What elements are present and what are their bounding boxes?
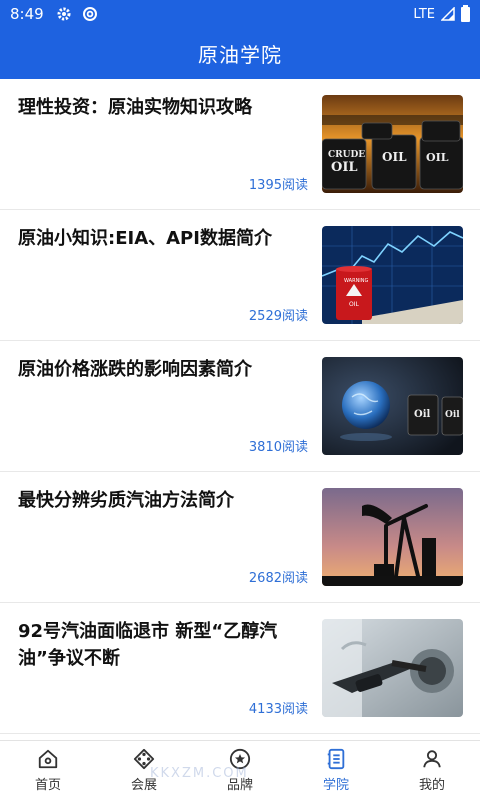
- svg-text:CRUDE: CRUDE: [328, 150, 365, 160]
- svg-text:OIL: OIL: [382, 150, 407, 164]
- status-time: 8:49: [10, 5, 44, 23]
- article-thumbnail: WARNING OIL: [322, 226, 463, 324]
- network-type: LTE: [413, 6, 435, 22]
- tab-label: 首页: [34, 778, 61, 793]
- tab-academy[interactable]: 学院: [288, 741, 384, 800]
- home-icon: [38, 749, 58, 769]
- exhibition-icon: [133, 748, 155, 770]
- title-bar: 原油学院: [0, 28, 480, 79]
- read-count: 2529阅读: [248, 309, 308, 324]
- svg-text:OIL: OIL: [331, 160, 358, 175]
- settings-icon: [57, 7, 71, 21]
- tab-label: 我的: [418, 778, 445, 793]
- article-thumbnail: Oil Oil: [322, 357, 463, 455]
- article-title: 92号汽油面临退市 新型“乙醇汽油”争议不断: [18, 621, 278, 669]
- article-item[interactable]: 92号汽油面临退市 新型“乙醇汽油”争议不断 4133阅读: [0, 603, 480, 734]
- article-thumbnail: [322, 619, 463, 717]
- article-item[interactable]: 原油价格涨跌的影响因素简介 3810阅读 Oil Oil: [0, 341, 480, 472]
- tab-home[interactable]: 首页: [0, 741, 96, 800]
- article-title: 原油价格涨跌的影响因素简介: [18, 359, 252, 380]
- status-bar: 8:49 LTE: [0, 0, 480, 28]
- user-icon: [423, 750, 441, 768]
- read-count: 3810阅读: [248, 440, 308, 455]
- page-title: 原油学院: [198, 43, 282, 67]
- tab-mine[interactable]: 我的: [384, 741, 480, 800]
- svg-text:Oil: Oil: [445, 410, 460, 420]
- battery-icon: [461, 4, 470, 22]
- tab-label: 会展: [130, 778, 157, 793]
- read-count: 4133阅读: [248, 702, 308, 717]
- article-title: 最快分辨劣质汽油方法简介: [18, 490, 234, 511]
- tab-label: 学院: [322, 778, 349, 793]
- read-count: 1395阅读: [248, 178, 308, 193]
- article-item[interactable]: 最快分辨劣质汽油方法简介 2682阅读: [0, 472, 480, 603]
- svg-text:WARNING: WARNING: [344, 278, 369, 284]
- svg-text:OIL: OIL: [349, 301, 359, 308]
- article-list: 理性投资：原油实物知识攻略 1395阅读 CRUDE OIL OIL OIL 原…: [0, 79, 480, 734]
- article-title: 原油小知识:EIA、API数据简介: [18, 228, 272, 249]
- brand-star-icon: [229, 748, 251, 770]
- read-count: 2682阅读: [248, 571, 308, 586]
- tab-exhibition[interactable]: 会展: [96, 741, 192, 800]
- sync-icon: [82, 7, 97, 21]
- article-thumbnail: [322, 488, 463, 586]
- article-thumbnail: CRUDE OIL OIL OIL: [322, 95, 463, 193]
- svg-text:OIL: OIL: [426, 151, 449, 164]
- article-title: 理性投资：原油实物知识攻略: [18, 97, 252, 118]
- tab-label: 品牌: [226, 778, 253, 793]
- tab-brand[interactable]: 品牌: [192, 741, 288, 800]
- academy-book-icon: [327, 748, 345, 770]
- article-item[interactable]: 理性投资：原油实物知识攻略 1395阅读 CRUDE OIL OIL OIL: [0, 79, 480, 210]
- article-item[interactable]: 原油小知识:EIA、API数据简介 2529阅读 WARNING OIL: [0, 210, 480, 341]
- signal-icon: [441, 7, 455, 21]
- bottom-tab-bar: 首页 会展 品牌 学院 我的: [0, 740, 480, 800]
- svg-text:Oil: Oil: [414, 409, 431, 420]
